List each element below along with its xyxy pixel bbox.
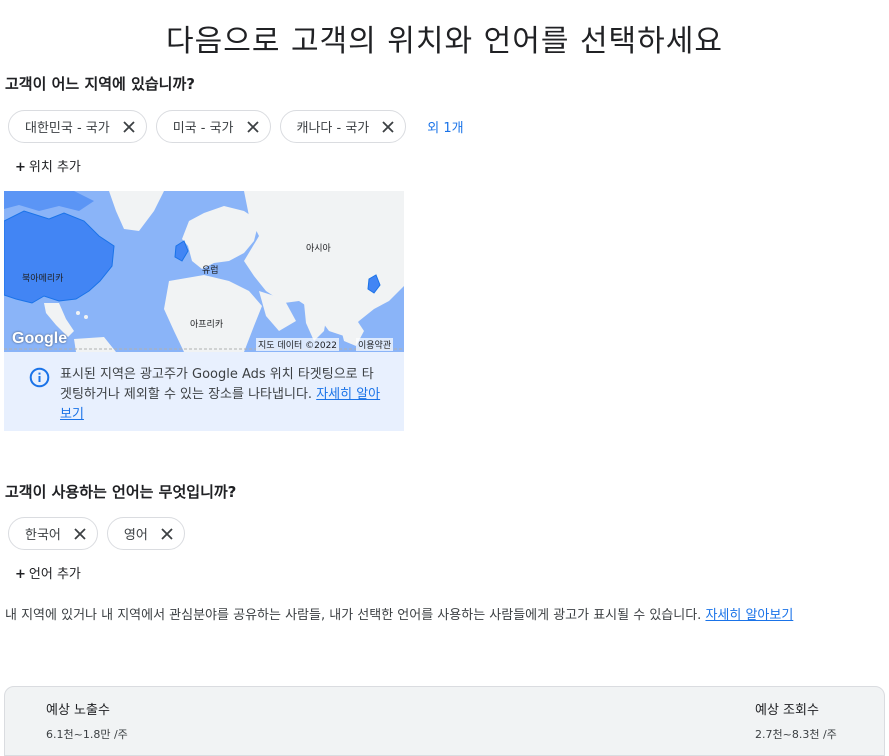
close-icon[interactable] <box>246 120 260 134</box>
map-terms-link[interactable]: 이용약관 <box>356 338 394 351</box>
more-locations-link[interactable]: 외 1개 <box>427 117 463 136</box>
impressions-value: 6.1천~1.8만 /주 <box>46 728 128 741</box>
estimates-panel: 예상 노출수 6.1천~1.8만 /주 예상 조회수 2.7천~8.3천 /주 <box>4 686 885 756</box>
info-icon <box>29 367 50 388</box>
add-location-label: 위치 추가 <box>28 160 81 175</box>
chip-label: 영어 <box>123 528 148 543</box>
map-label-north-america: 북아메리카 <box>22 274 64 284</box>
close-icon[interactable] <box>73 527 87 541</box>
close-icon[interactable] <box>381 120 395 134</box>
map-label-africa: 아프리카 <box>190 320 224 330</box>
location-map[interactable]: 북아메리카 유럽 아시아 아프리카 Google 지도 데이터 ©2022 이용… <box>4 191 404 352</box>
map-info-box: 표시된 지역은 광고주가 Google Ads 위치 타겟팅으로 타겟팅하거나 … <box>4 352 404 431</box>
language-chip-korean[interactable]: 한국어 <box>8 517 98 550</box>
close-icon[interactable] <box>122 120 136 134</box>
location-chips: 대한민국 - 국가 미국 - 국가 캐나다 - 국가 외 1개 <box>8 110 464 143</box>
chip-label: 캐나다 - 국가 <box>296 121 370 136</box>
disclaimer-text: 내 지역에 있거나 내 지역에서 관심분야를 공유하는 사람들, 내가 선택한 … <box>5 608 702 623</box>
language-chip-english[interactable]: 영어 <box>106 517 185 550</box>
chip-label: 대한민국 - 국가 <box>25 121 110 136</box>
targeting-disclaimer: 내 지역에 있거나 내 지역에서 관심분야를 공유하는 사람들, 내가 선택한 … <box>5 605 883 626</box>
impressions-label: 예상 노출수 <box>46 703 110 718</box>
add-location-button[interactable]: + 위치 추가 <box>15 156 81 175</box>
language-question: 고객이 사용하는 언어는 무엇입니까? <box>5 483 237 501</box>
impressions-estimate: 예상 노출수 6.1천~1.8만 /주 <box>46 699 128 742</box>
add-language-label: 언어 추가 <box>28 567 81 582</box>
close-icon[interactable] <box>160 527 174 541</box>
location-chip-korea[interactable]: 대한민국 - 국가 <box>8 110 147 143</box>
google-logo: Google <box>12 330 68 347</box>
plus-icon: + <box>15 567 26 582</box>
views-label: 예상 조회수 <box>755 703 819 718</box>
chip-label: 한국어 <box>25 528 61 543</box>
disclaimer-learn-more-link[interactable]: 자세히 알아보기 <box>705 608 793 623</box>
plus-icon: + <box>15 160 26 175</box>
map-data-credit: 지도 데이터 ©2022 <box>256 338 340 351</box>
map-label-asia: 아시아 <box>306 244 331 254</box>
add-language-button[interactable]: + 언어 추가 <box>15 563 81 582</box>
location-chip-usa[interactable]: 미국 - 국가 <box>155 110 271 143</box>
views-estimate: 예상 조회수 2.7천~8.3천 /주 <box>755 699 837 742</box>
page-title: 다음으로 고객의 위치와 언어를 선택하세요 <box>166 24 723 59</box>
chip-label: 미국 - 국가 <box>172 121 234 136</box>
language-chips: 한국어 영어 <box>8 517 185 550</box>
location-chip-canada[interactable]: 캐나다 - 국가 <box>279 110 407 143</box>
location-question: 고객이 어느 지역에 있습니까? <box>5 75 195 93</box>
map-label-europe: 유럽 <box>202 266 219 276</box>
views-value: 2.7천~8.3천 /주 <box>755 728 837 741</box>
